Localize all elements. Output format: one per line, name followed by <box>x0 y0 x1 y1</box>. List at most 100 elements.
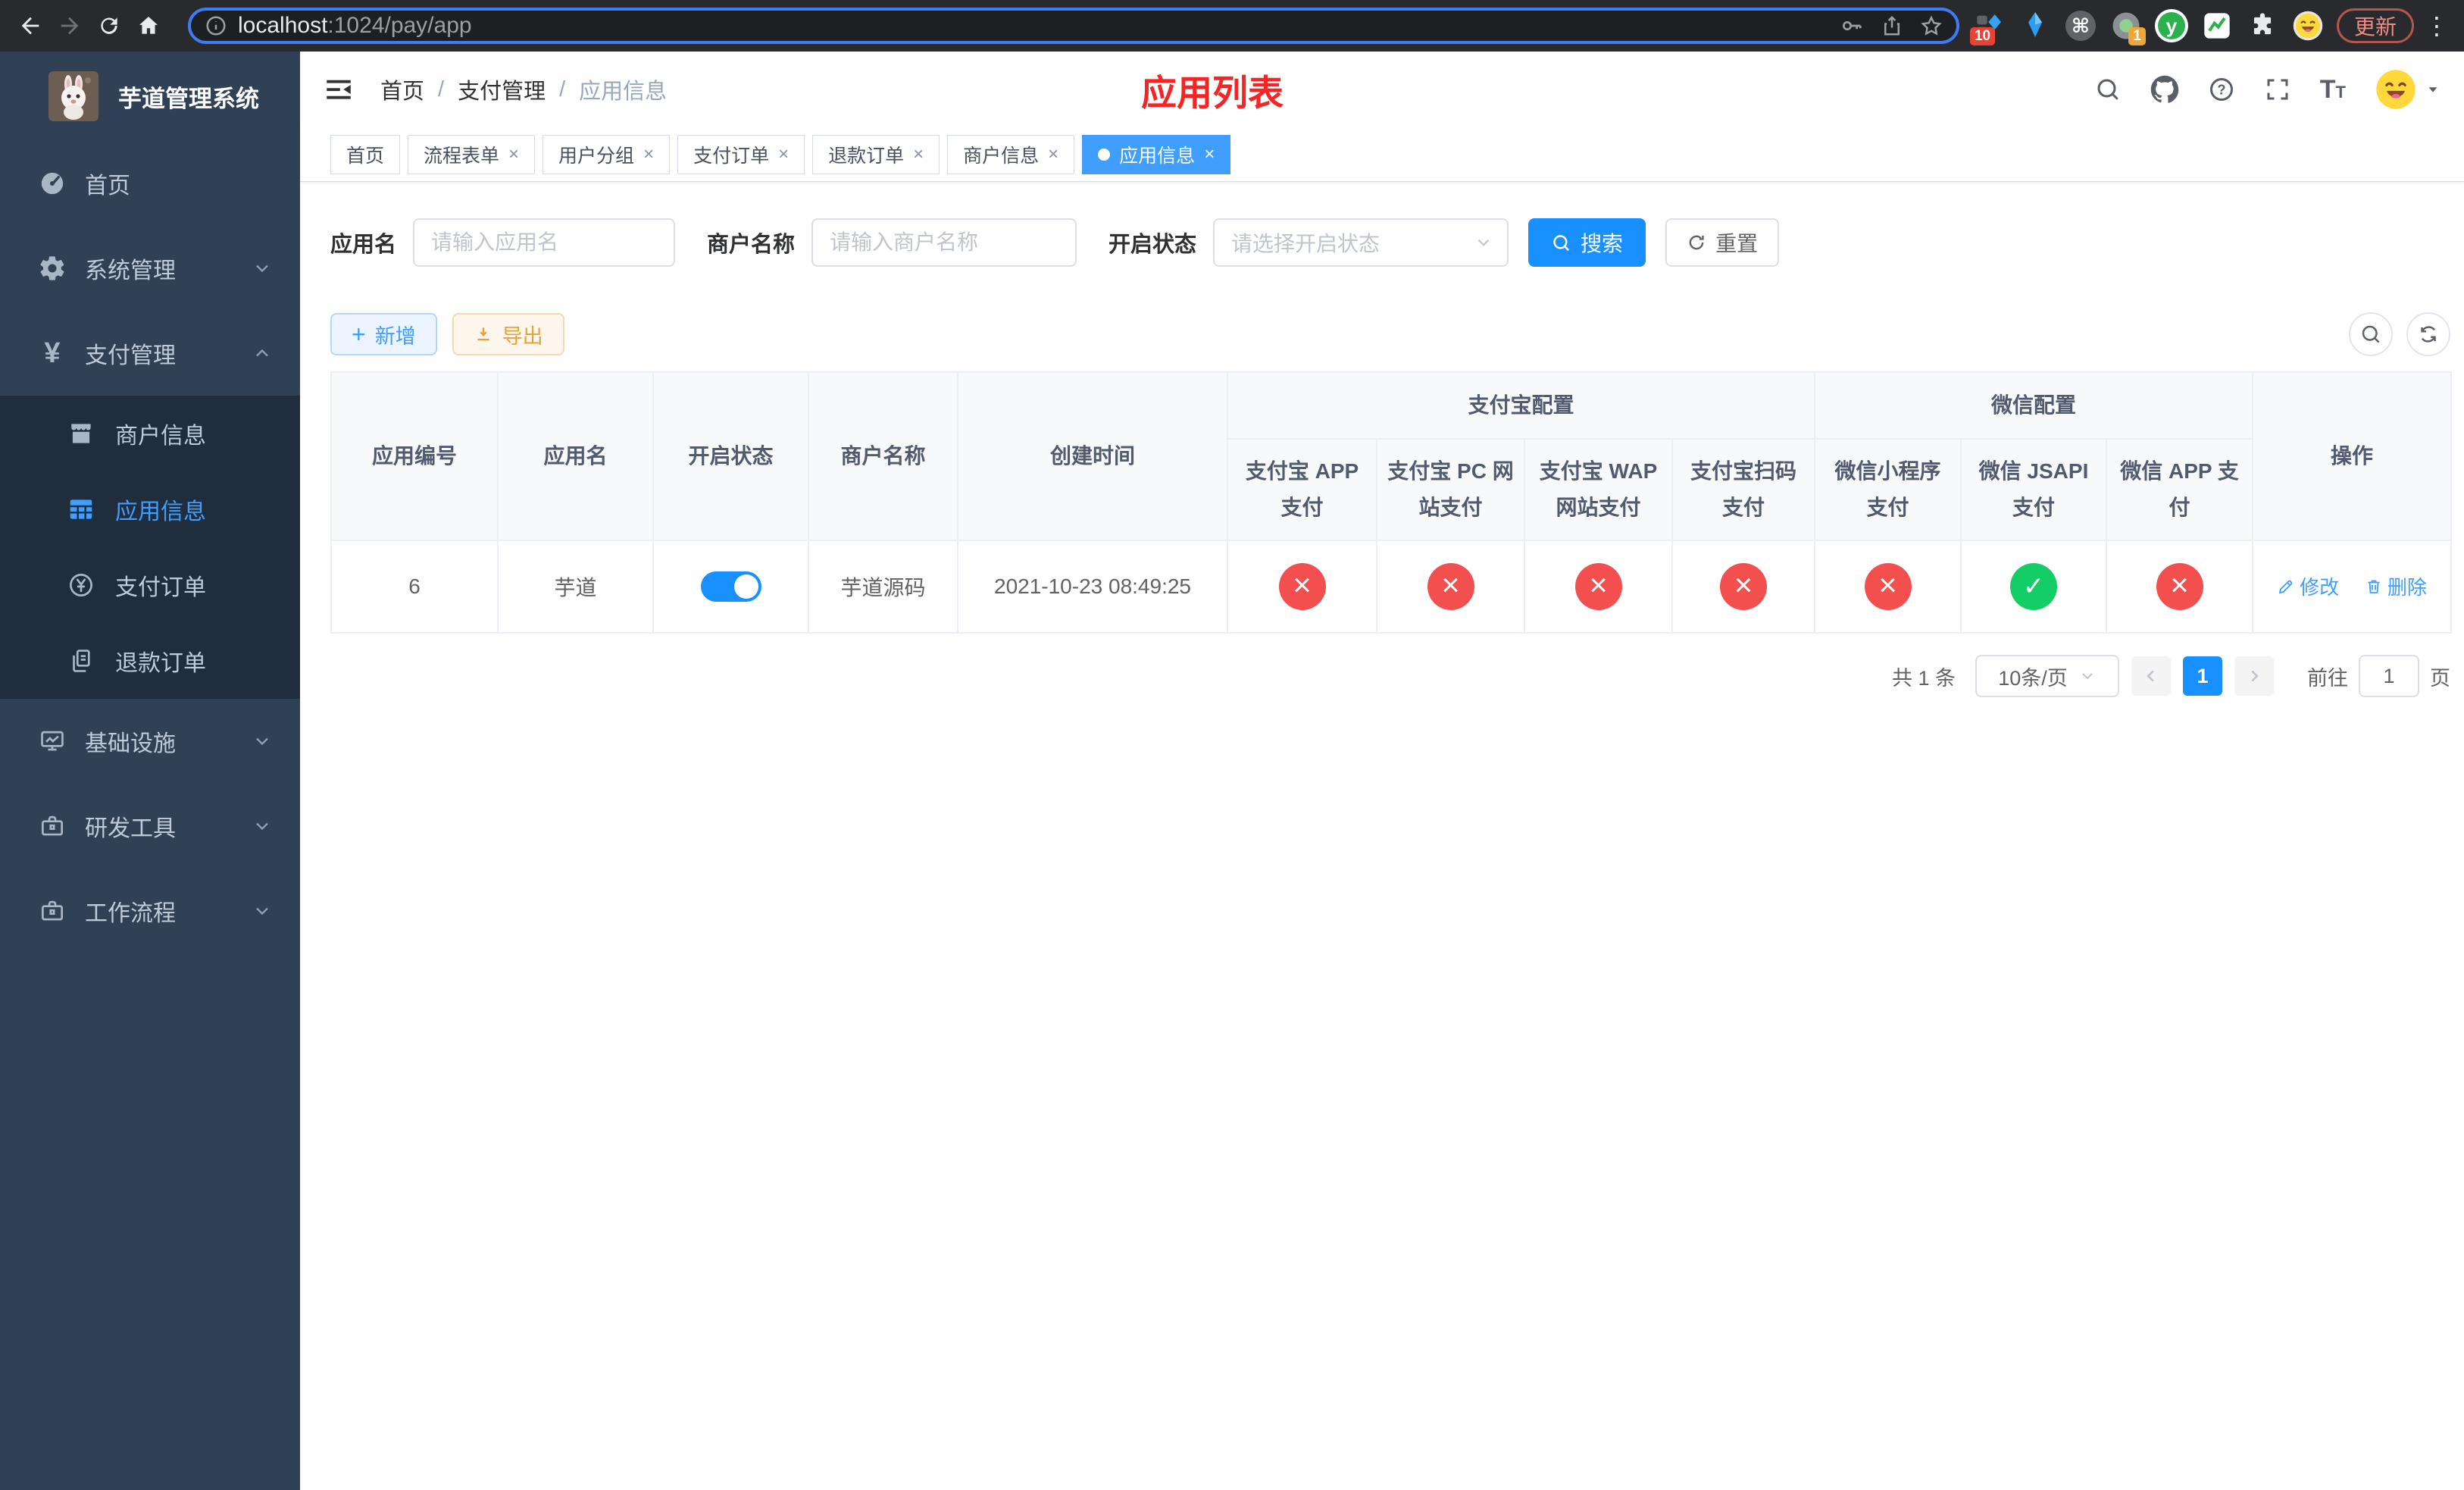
help-button[interactable]: ? <box>2208 76 2235 103</box>
prev-page-button[interactable] <box>2131 656 2171 696</box>
tag-pay-orders[interactable]: 支付订单 × <box>677 134 805 174</box>
sidebar-item-home[interactable]: 首页 <box>0 141 300 226</box>
status-toggle[interactable] <box>700 571 761 602</box>
search-icon <box>2097 79 2118 100</box>
close-icon[interactable]: × <box>1204 145 1215 164</box>
browser-menu-button[interactable]: ⋮ <box>2420 11 2453 40</box>
extension-chart-icon[interactable] <box>2200 9 2234 42</box>
url-host: localhost <box>238 13 328 38</box>
sidebar-item-payment[interactable]: ¥ 支付管理 <box>0 311 300 396</box>
sidebar-item-workflow[interactable]: 工作流程 <box>0 869 300 953</box>
fullscreen-icon <box>2267 79 2288 100</box>
extension-command-icon[interactable]: ⌘ <box>2064 9 2097 42</box>
bookmark-star-button[interactable] <box>1920 14 1943 37</box>
browser-back-button[interactable] <box>11 6 50 45</box>
group-header-alipay: 支付宝配置 <box>1226 371 1816 440</box>
browser-update-button[interactable]: 更新 <box>2336 8 2414 43</box>
extension-badge: 10 <box>1969 27 1996 45</box>
pagination: 共 1 条 10条/页 1 前往 页 <box>330 655 2450 697</box>
merchant-name-label: 商户名称 <box>707 233 796 257</box>
close-icon[interactable]: × <box>643 145 654 164</box>
password-key-button[interactable] <box>1840 14 1864 38</box>
tag-refund-orders[interactable]: 退款订单 × <box>812 134 940 174</box>
delete-link[interactable]: 删除 <box>2365 572 2427 600</box>
tag-label: 用户分组 <box>558 145 635 167</box>
browser-home-button[interactable] <box>129 6 168 45</box>
extension-kite-icon[interactable] <box>2018 9 2052 42</box>
sidebar-item-system[interactable]: 系统管理 <box>0 226 300 311</box>
alipay-qr-status-icon <box>1720 563 1767 610</box>
merchant-name-input[interactable] <box>811 218 1077 267</box>
breadcrumb-separator: / <box>559 77 566 102</box>
breadcrumb-home[interactable]: 首页 <box>380 74 424 105</box>
chevron-down-icon <box>252 900 273 922</box>
plus-icon: + <box>352 321 366 348</box>
documents-icon <box>65 646 97 675</box>
yen-circle-icon <box>65 571 97 599</box>
sidebar-item-infrastructure[interactable]: 基础设施 <box>0 699 300 784</box>
sidebar-item-label: 系统管理 <box>85 258 176 283</box>
add-button[interactable]: + 新增 <box>330 313 437 355</box>
cell-status <box>652 540 809 634</box>
sidebar-collapse-button[interactable] <box>323 74 355 105</box>
search-button[interactable]: 搜索 <box>1528 218 1646 267</box>
app-name-input[interactable] <box>413 218 676 267</box>
sidebar-item-merchant-info[interactable]: 商户信息 <box>0 396 300 471</box>
browser-chrome: localhost:1024/pay/app 10 ⌘ 1 y 更新 ⋮ <box>0 0 2464 52</box>
toolbox-icon <box>36 812 68 840</box>
goto-page-input[interactable] <box>2359 655 2419 697</box>
sidebar-logo-row[interactable]: 芋道管理系统 <box>0 52 300 141</box>
tag-merchant-info[interactable]: 商户信息 × <box>947 134 1075 174</box>
browser-profile-avatar[interactable] <box>2291 9 2325 42</box>
export-button[interactable]: 导出 <box>452 313 564 355</box>
col-header-alipay-qr: 支付宝扫码支付 <box>1671 438 1816 541</box>
edit-link[interactable]: 修改 <box>2277 572 2339 600</box>
col-header-created: 创建时间 <box>957 371 1228 541</box>
sidebar-item-dev-tools[interactable]: 研发工具 <box>0 784 300 869</box>
table-tools <box>2349 312 2450 356</box>
edit-pen-icon <box>2278 580 2293 593</box>
font-size-button[interactable]: TT <box>2320 75 2346 105</box>
url-bar[interactable]: localhost:1024/pay/app <box>188 8 1959 44</box>
close-icon[interactable]: × <box>1048 145 1058 164</box>
extension-recorder-icon[interactable]: 1 <box>2109 9 2146 45</box>
sidebar-item-app-info[interactable]: 应用信息 <box>0 471 300 547</box>
tag-home[interactable]: 首页 <box>330 134 401 174</box>
extensions-area: 10 ⌘ 1 y <box>1969 9 2325 45</box>
fullscreen-button[interactable] <box>2264 76 2291 103</box>
sidebar-item-label: 基础设施 <box>85 731 176 756</box>
tag-user-group[interactable]: 用户分组 × <box>543 134 671 174</box>
status-select[interactable]: 请选择开启状态 <box>1213 218 1509 267</box>
reset-button[interactable]: 重置 <box>1665 218 1780 267</box>
share-button[interactable] <box>1881 14 1903 37</box>
tag-process-form[interactable]: 流程表单 × <box>408 134 536 174</box>
browser-forward-button[interactable] <box>50 6 89 45</box>
caret-down-icon <box>2428 87 2437 92</box>
user-avatar-menu[interactable] <box>2375 68 2441 111</box>
page-size-select[interactable]: 10条/页 <box>1975 655 2119 697</box>
header-search-button[interactable] <box>2094 76 2122 103</box>
tag-label: 应用信息 <box>1119 145 1196 167</box>
extensions-puzzle-button[interactable] <box>2246 9 2279 42</box>
close-icon[interactable]: × <box>778 145 789 164</box>
next-page-button[interactable] <box>2234 656 2274 696</box>
tag-app-info-active[interactable]: 应用信息 × <box>1082 134 1231 174</box>
toggle-search-button[interactable] <box>2349 312 2393 356</box>
close-icon[interactable]: × <box>913 145 924 164</box>
browser-reload-button[interactable] <box>89 6 129 45</box>
sidebar-item-refund-orders[interactable]: 退款订单 <box>0 623 300 699</box>
extension-tabs-icon[interactable]: 10 <box>1969 9 2006 45</box>
close-icon[interactable]: × <box>508 145 519 164</box>
page-number-active[interactable]: 1 <box>2183 656 2222 696</box>
goto-page: 前往 页 <box>2307 655 2450 697</box>
refresh-table-button[interactable] <box>2406 312 2450 356</box>
breadcrumb-payment[interactable]: 支付管理 <box>458 74 546 105</box>
app-name-label: 应用名 <box>330 233 397 257</box>
extension-y-icon[interactable]: y <box>2154 9 2188 42</box>
share-icon <box>1884 15 1900 36</box>
sidebar-item-pay-orders[interactable]: 支付订单 <box>0 547 300 623</box>
sidebar-item-label: 工作流程 <box>85 901 176 926</box>
forward-icon <box>61 17 79 35</box>
github-link[interactable] <box>2150 75 2179 104</box>
group-header-wechat: 微信配置 <box>1814 371 2254 440</box>
